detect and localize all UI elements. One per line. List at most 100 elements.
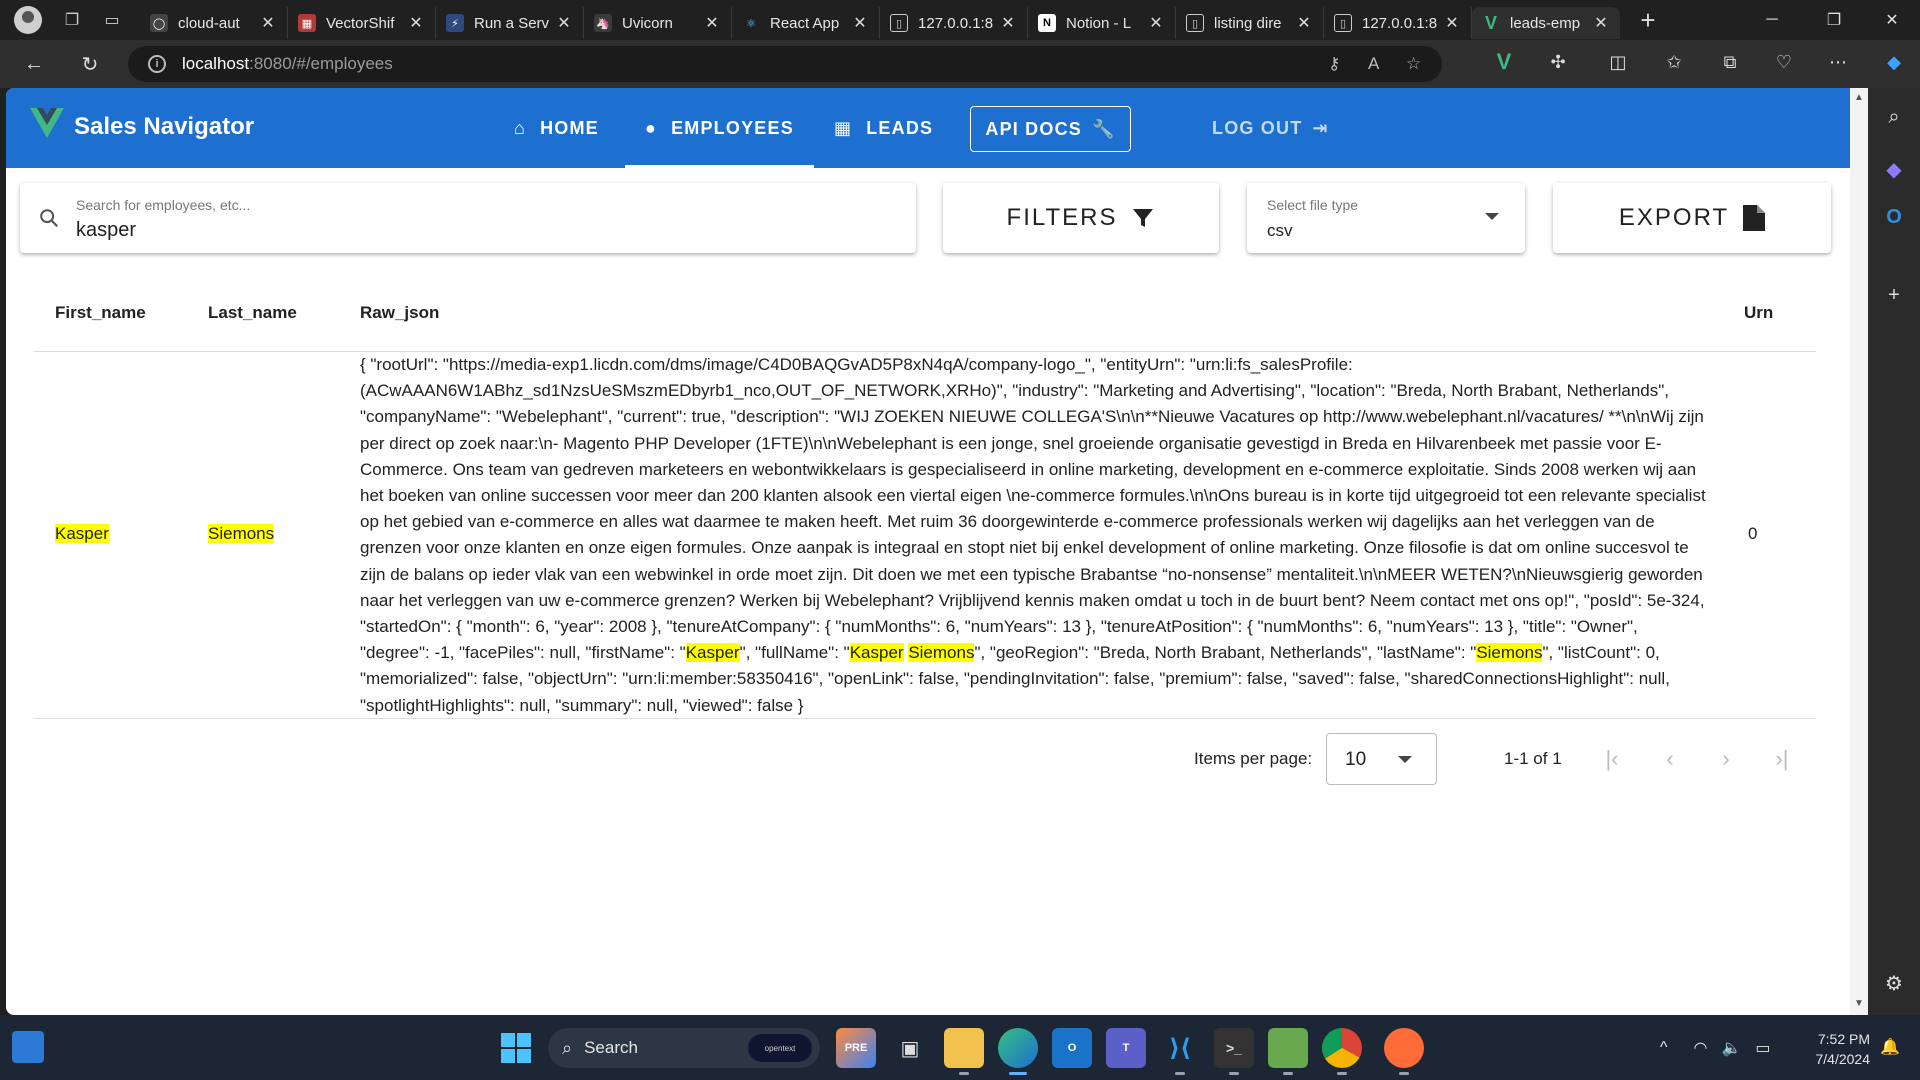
edge-browser-icon[interactable] — [998, 1028, 1038, 1075]
notifications-bell-icon[interactable]: 🔔 — [1880, 1037, 1900, 1057]
items-per-page-select[interactable]: 10 — [1326, 733, 1437, 785]
column-header-first-name[interactable]: First_name — [55, 303, 146, 323]
page-scrollbar[interactable]: ▲ ▼ — [1850, 88, 1868, 1015]
restore-window-icon[interactable]: ❐ — [1806, 0, 1862, 40]
last-page-icon[interactable]: ›| — [1770, 746, 1794, 771]
extensions-icon[interactable]: ✣ — [1542, 46, 1574, 78]
search-input[interactable]: Search for employees, etc... kasper — [20, 183, 916, 253]
next-page-icon[interactable]: › — [1714, 746, 1738, 771]
browser-tab[interactable]: ⚛ React App ✕ — [732, 7, 880, 39]
start-windows-icon[interactable] — [500, 1032, 532, 1064]
tab-favicon-icon: 🦄 — [594, 14, 612, 32]
profile-avatar[interactable] — [14, 6, 42, 34]
browser-tab-active[interactable]: V leads-emp ✕ — [1472, 7, 1620, 39]
export-label: EXPORT — [1618, 204, 1730, 231]
password-key-icon[interactable]: ⚷ — [1328, 46, 1340, 82]
workspaces-icon[interactable]: ❐ — [54, 2, 90, 38]
reload-icon[interactable]: ↻ — [70, 46, 110, 82]
close-tab-icon[interactable]: ✕ — [1295, 13, 1313, 33]
tab-title: listing dire — [1214, 14, 1282, 32]
scroll-down-icon[interactable]: ▼ — [1854, 998, 1864, 1009]
column-header-raw-json[interactable]: Raw_json — [360, 303, 439, 323]
raw-json-text: ", "geoRegion": "Breda, North Brabant, N… — [974, 643, 1477, 663]
close-tab-icon[interactable]: ✕ — [407, 13, 425, 33]
file-explorer-icon[interactable] — [944, 1028, 984, 1075]
home-icon: ⌂ — [514, 117, 527, 138]
add-sidebar-app-icon[interactable]: + — [1879, 280, 1909, 310]
collections-icon[interactable]: ⧉ — [1714, 46, 1746, 78]
sidebar-settings-icon[interactable]: ⚙ — [1879, 968, 1909, 998]
browser-tab[interactable]: N Notion - L ✕ — [1028, 7, 1176, 39]
column-header-last-name[interactable]: Last_name — [208, 303, 297, 323]
scroll-up-icon[interactable]: ▲ — [1854, 92, 1864, 103]
close-tab-icon[interactable]: ✕ — [259, 13, 277, 33]
nav-leads[interactable]: ▦ LEADS — [834, 88, 933, 168]
browser-essentials-icon[interactable]: ♡ — [1768, 46, 1800, 78]
close-tab-icon[interactable]: ✕ — [1443, 13, 1461, 33]
read-aloud-icon[interactable]: A — [1368, 46, 1379, 82]
close-tab-icon[interactable]: ✕ — [999, 13, 1017, 33]
favorites-icon[interactable]: ✩ — [1658, 46, 1690, 78]
close-tab-icon[interactable]: ✕ — [851, 13, 869, 33]
taskbar-clock[interactable]: 7:52 PM 7/4/2024 — [1790, 1029, 1871, 1069]
site-info-icon[interactable]: i — [148, 55, 166, 73]
close-tab-icon[interactable]: ✕ — [555, 13, 573, 33]
battery-icon[interactable]: ▭ — [1755, 1038, 1770, 1058]
close-window-icon[interactable]: ✕ — [1864, 0, 1920, 40]
wifi-icon[interactable]: ◠ — [1694, 1038, 1708, 1058]
show-hidden-icons-icon[interactable]: ^ — [1660, 1039, 1668, 1057]
nav-employees[interactable]: ● EMPLOYEES — [625, 88, 814, 168]
postman-icon[interactable] — [1384, 1028, 1424, 1075]
logout-button[interactable]: LOG OUT ⇥ — [1212, 88, 1329, 168]
tab-title: VectorShif — [326, 14, 395, 32]
copilot-sidebar-icon[interactable]: ◆ — [1879, 154, 1909, 184]
vue-favicon-icon: V — [1484, 12, 1497, 33]
search-value[interactable]: kasper — [76, 219, 136, 242]
chrome-icon[interactable] — [1322, 1028, 1362, 1075]
filters-button[interactable]: FILTERS — [943, 183, 1219, 253]
widgets-icon[interactable] — [12, 1031, 44, 1063]
tab-title: 127.0.0.1:8 — [1362, 14, 1438, 32]
new-tab-button[interactable]: + — [1628, 5, 1668, 36]
vscode-icon[interactable]: ⟩⟨ — [1160, 1028, 1200, 1075]
copilot-app-icon[interactable]: PRE — [836, 1028, 876, 1068]
copilot-icon[interactable]: ◆ — [1878, 46, 1910, 78]
close-tab-icon[interactable]: ✕ — [1147, 13, 1165, 33]
api-docs-button[interactable]: API DOCS 🔧 — [970, 106, 1131, 152]
more-menu-icon[interactable]: ⋯ — [1822, 46, 1854, 78]
browser-tab[interactable]: 🦄 Uvicorn ✕ — [584, 7, 732, 39]
favorite-star-icon[interactable]: ☆ — [1406, 46, 1421, 82]
file-type-select[interactable]: Select file type csv — [1247, 183, 1525, 253]
teams-new-icon[interactable]: T — [1106, 1028, 1146, 1068]
outlook-new-icon[interactable]: O — [1052, 1028, 1092, 1068]
url-field[interactable]: i localhost:8080/#/employees ⚷ A ☆ — [128, 46, 1442, 82]
volume-icon[interactable]: 🔈 — [1721, 1038, 1741, 1058]
close-tab-icon[interactable]: ✕ — [1592, 13, 1610, 33]
notepad-icon[interactable] — [1268, 1028, 1308, 1075]
browser-tab[interactable]: ▦ VectorShif ✕ — [288, 7, 436, 39]
browser-tab[interactable]: ◯ cloud-aut ✕ — [140, 7, 288, 39]
first-page-icon[interactable]: |‹ — [1600, 746, 1624, 771]
outlook-icon[interactable]: O — [1879, 202, 1909, 232]
previous-page-icon[interactable]: ‹ — [1658, 746, 1682, 771]
tab-actions-icon[interactable]: ▭ — [94, 2, 130, 38]
browser-tab[interactable]: ▯ listing dire ✕ — [1176, 7, 1324, 39]
browser-tab[interactable]: ⚡ Run a Serv ✕ — [436, 7, 584, 39]
close-tab-icon[interactable]: ✕ — [703, 13, 721, 33]
clock-time: 7:52 PM — [1817, 1031, 1870, 1047]
split-screen-icon[interactable]: ◫ — [1602, 46, 1634, 78]
vue-devtools-icon[interactable]: V — [1488, 46, 1520, 78]
browser-tab[interactable]: ▯ 127.0.0.1:8 ✕ — [1324, 7, 1472, 39]
nav-home[interactable]: ⌂ HOME — [514, 88, 599, 168]
taskbar-search[interactable]: ⌕ Search opentext — [548, 1028, 820, 1068]
task-view-icon[interactable]: ▣ — [890, 1028, 930, 1068]
terminal-icon[interactable]: >_ — [1214, 1028, 1254, 1075]
minimize-window-icon[interactable]: ─ — [1744, 0, 1800, 40]
cell-last-name: Siemons — [208, 524, 275, 544]
export-button[interactable]: EXPORT — [1553, 183, 1831, 253]
search-icon[interactable]: ⌕ — [1879, 102, 1909, 132]
browser-tab[interactable]: ▯ 127.0.0.1:8 ✕ — [880, 7, 1028, 39]
nav-home-label: HOME — [540, 117, 599, 138]
back-arrow-icon[interactable]: ← — [14, 46, 54, 82]
column-header-urn[interactable]: Urn — [1744, 303, 1773, 323]
